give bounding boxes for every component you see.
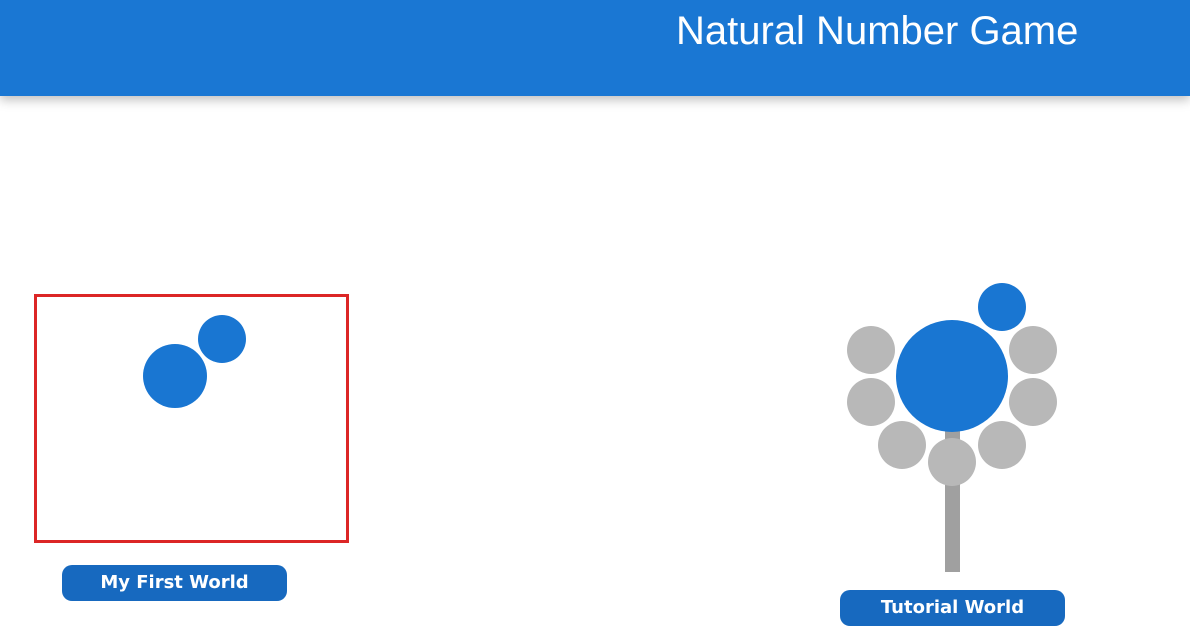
tutorial-world-level-5[interactable] — [928, 438, 976, 486]
tutorial-world-level-8[interactable] — [847, 326, 895, 374]
tutorial-world-level-2[interactable] — [1009, 326, 1057, 374]
tutorial-world-label[interactable]: Tutorial World — [840, 590, 1065, 626]
my-first-world-node[interactable] — [143, 344, 207, 408]
app-bar: Natural Number Game — [0, 0, 1190, 96]
tutorial-world-level-7[interactable] — [847, 378, 895, 426]
world-map[interactable]: My First World Tutorial World — [0, 96, 1190, 626]
tutorial-world-level-1[interactable] — [978, 283, 1026, 331]
tutorial-world-node[interactable] — [896, 320, 1008, 432]
tutorial-world-level-4[interactable] — [978, 421, 1026, 469]
app-title: Natural Number Game — [676, 9, 1079, 53]
world-graph — [143, 283, 1057, 572]
tutorial-world-level-3[interactable] — [1009, 378, 1057, 426]
tutorial-world-level-6[interactable] — [878, 421, 926, 469]
my-first-world-label[interactable]: My First World — [62, 565, 287, 601]
my-first-world-level-1[interactable] — [198, 315, 246, 363]
